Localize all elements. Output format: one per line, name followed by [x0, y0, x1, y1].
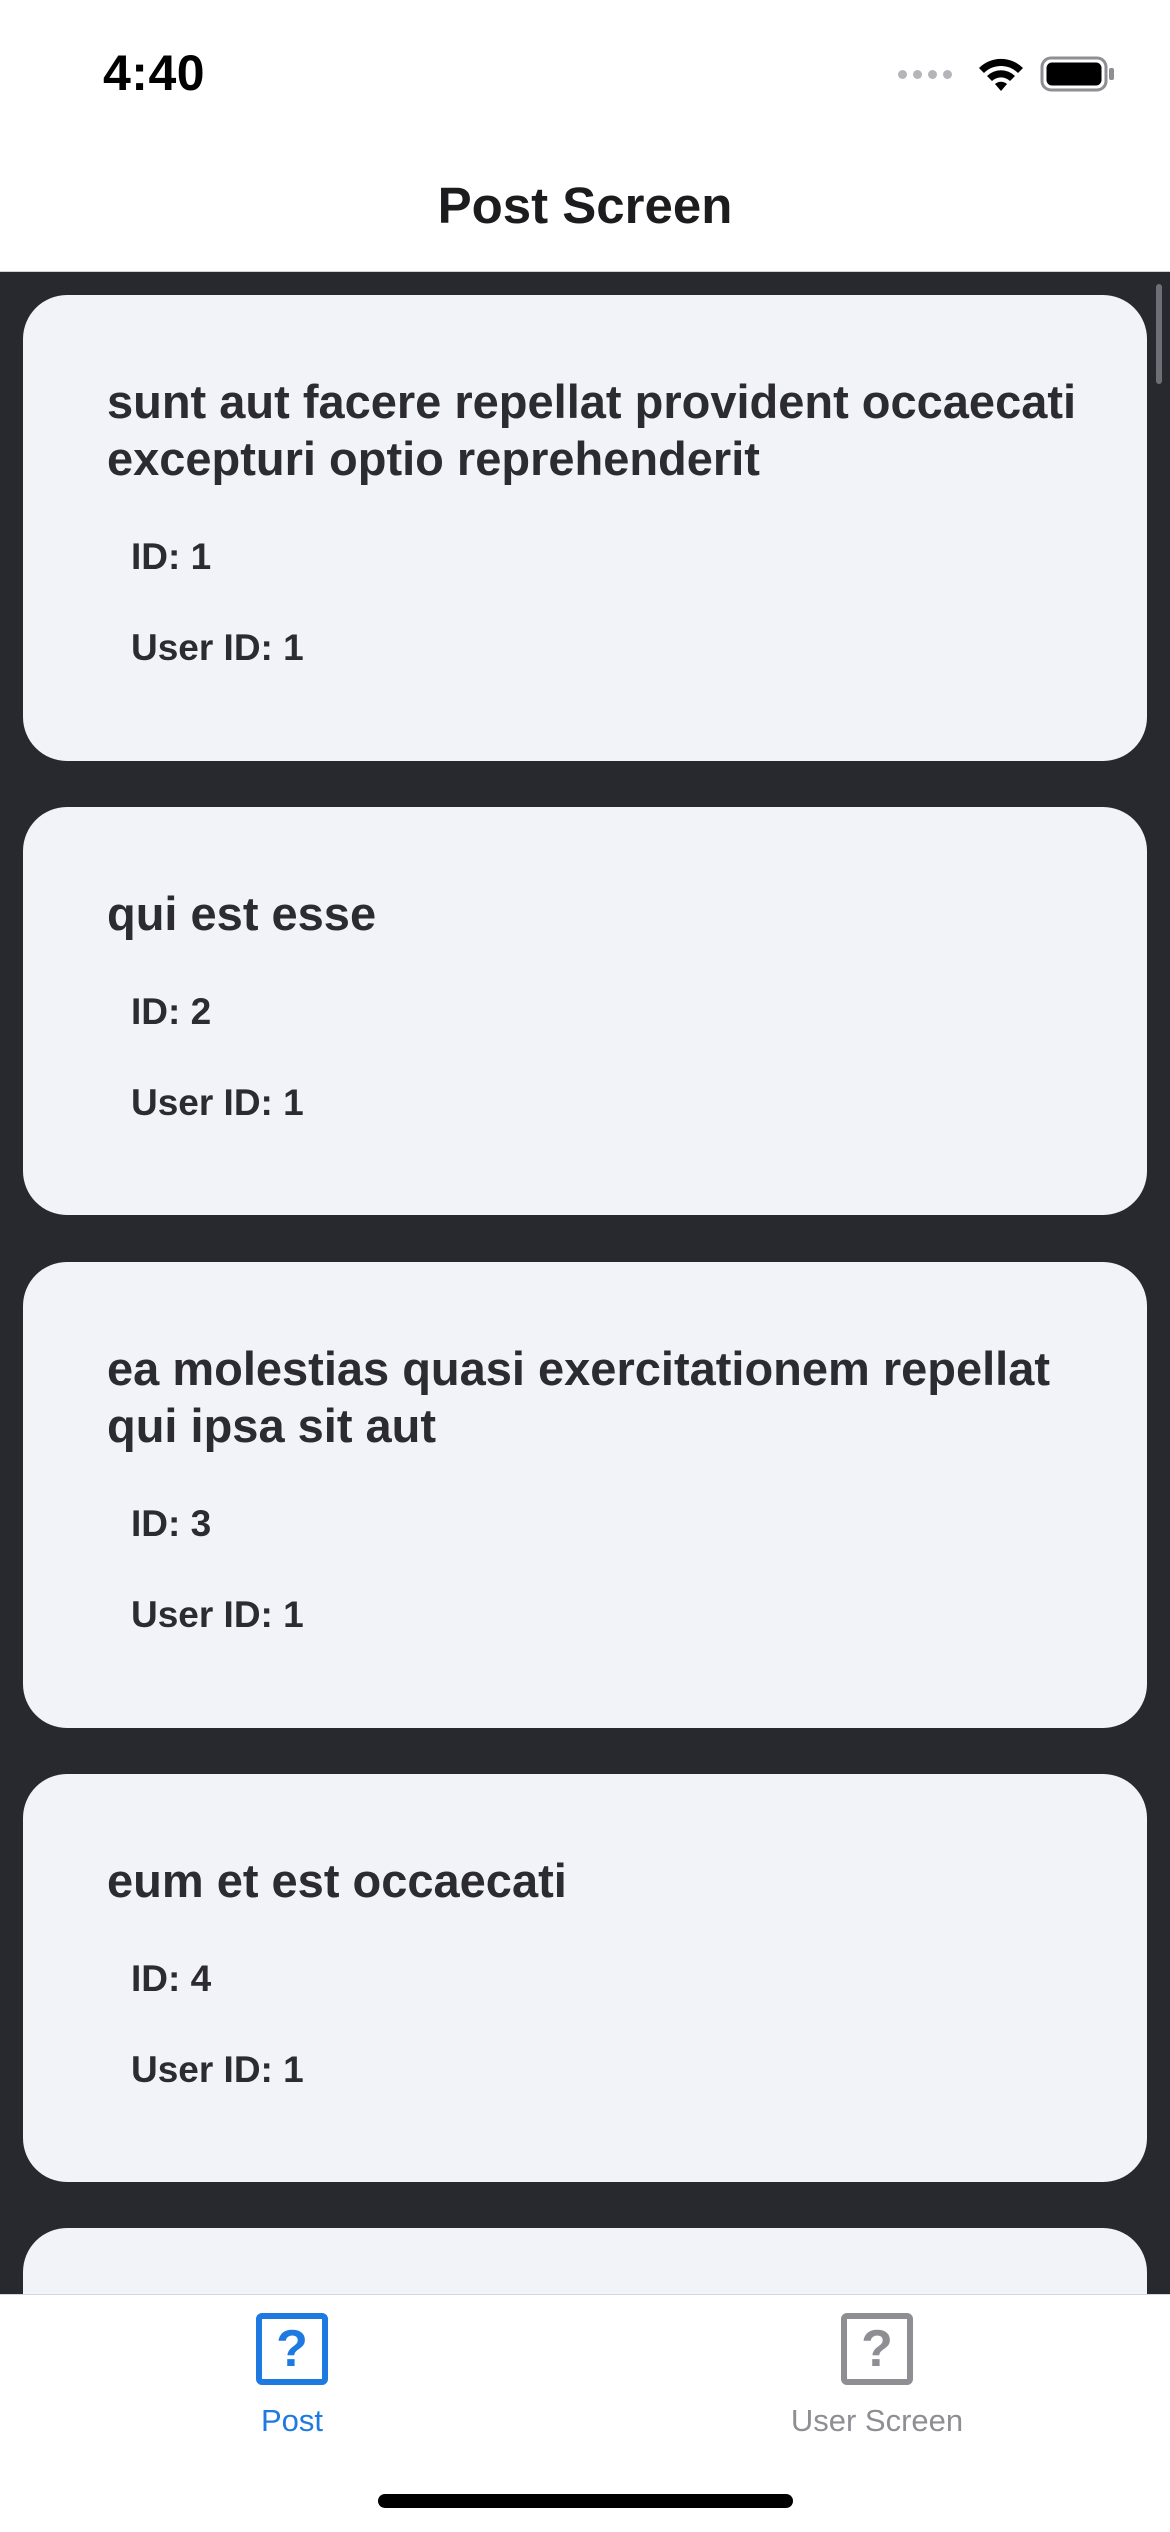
status-time: 4:40	[103, 45, 206, 101]
post-user-id: User ID: 1	[131, 2049, 304, 2090]
status-icons	[898, 52, 1116, 96]
tab-bar: ? Post ? User Screen	[0, 2294, 1170, 2532]
post-title: eum et est occaecati	[107, 1854, 567, 1907]
question-mark-icon: ?	[256, 2313, 328, 2385]
post-id: ID: 2	[131, 991, 212, 1032]
home-indicator[interactable]	[378, 2494, 793, 2508]
post-card[interactable]: eum et est occaecati ID: 4 User ID: 1	[23, 1774, 1147, 2182]
tab-label: Post	[260, 2403, 324, 2438]
post-card[interactable]: ea molestias quasi exercitationem repell…	[23, 1262, 1147, 1728]
post-user-id: User ID: 1	[131, 1082, 304, 1123]
post-title: ea molestias quasi exercitationem repell…	[107, 1342, 1051, 1452]
post-user-id: User ID: 1	[131, 1594, 304, 1635]
post-card-partial[interactable]	[23, 2228, 1147, 2294]
post-card[interactable]: sunt aut facere repellat provident occae…	[23, 295, 1147, 761]
tab-label: User Screen	[790, 2403, 964, 2438]
page-title: Post Screen	[437, 177, 733, 234]
post-id: ID: 4	[131, 1958, 212, 1999]
wifi-icon	[979, 58, 1023, 91]
post-card[interactable]: qui est esse ID: 2 User ID: 1	[23, 807, 1147, 1215]
tab-user-screen[interactable]: ? User Screen	[727, 2313, 1027, 2439]
status-bar: 4:40	[0, 0, 1170, 150]
signal-dots-icon	[898, 69, 958, 79]
scroll-indicator[interactable]	[1156, 284, 1162, 384]
post-title: qui est esse	[107, 887, 377, 940]
navigation-header: Post Screen	[0, 150, 1170, 272]
post-id: ID: 1	[131, 536, 212, 577]
post-list[interactable]: sunt aut facere repellat provident occae…	[0, 272, 1170, 2294]
tab-post[interactable]: ? Post	[142, 2313, 442, 2439]
question-mark-icon: ?	[841, 2313, 913, 2385]
post-user-id: User ID: 1	[131, 627, 304, 668]
post-id: ID: 3	[131, 1503, 212, 1544]
battery-icon	[1040, 56, 1114, 92]
post-title: sunt aut facere repellat provident occae…	[107, 375, 1077, 485]
